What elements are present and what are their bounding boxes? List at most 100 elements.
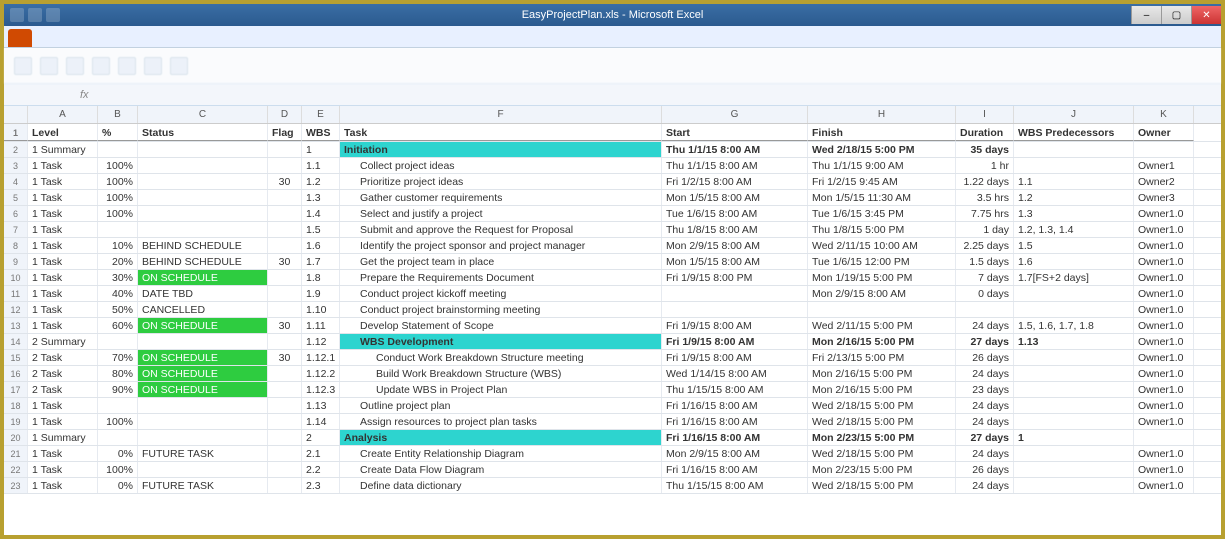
cell-status[interactable]: DATE TBD — [138, 286, 268, 301]
col-header[interactable]: E — [302, 106, 340, 123]
cell-finish[interactable]: Wed 2/18/15 5:00 PM — [808, 478, 956, 493]
cell-start[interactable]: Mon 1/5/15 8:00 AM — [662, 190, 808, 205]
header-pct[interactable]: % — [98, 124, 138, 141]
cell-pct[interactable]: 100% — [98, 158, 138, 173]
cell-pct[interactable]: 40% — [98, 286, 138, 301]
cell-flag[interactable] — [268, 142, 302, 157]
cell-level[interactable]: 1 Task — [28, 254, 98, 269]
cell-status[interactable]: CANCELLED — [138, 302, 268, 317]
cell-wbs[interactable]: 1.3 — [302, 190, 340, 205]
cell-predecessors[interactable] — [1014, 398, 1134, 413]
cell-flag[interactable] — [268, 222, 302, 237]
cell-wbs[interactable]: 1.12.2 — [302, 366, 340, 381]
cell-status[interactable]: BEHIND SCHEDULE — [138, 254, 268, 269]
header-finish[interactable]: Finish — [808, 124, 956, 141]
cell-level[interactable]: 2 Task — [28, 382, 98, 397]
cell-status[interactable] — [138, 430, 268, 445]
cell-wbs[interactable]: 1.7 — [302, 254, 340, 269]
cell-wbs[interactable]: 1.14 — [302, 414, 340, 429]
header-wbs[interactable]: WBS — [302, 124, 340, 141]
cell-pct[interactable]: 100% — [98, 174, 138, 189]
cell-owner[interactable]: Owner1.0 — [1134, 334, 1194, 349]
cell-finish[interactable]: Mon 1/19/15 5:00 PM — [808, 270, 956, 285]
cell-wbs[interactable]: 1 — [302, 142, 340, 157]
cell-level[interactable]: 1 Task — [28, 158, 98, 173]
cell-flag[interactable]: 30 — [268, 350, 302, 365]
cell-owner[interactable]: Owner1.0 — [1134, 398, 1194, 413]
col-header[interactable]: G — [662, 106, 808, 123]
cell-predecessors[interactable]: 1 — [1014, 430, 1134, 445]
row-number[interactable]: 2 — [4, 142, 28, 157]
cell-finish[interactable]: Fri 1/2/15 9:45 AM — [808, 174, 956, 189]
cell-start[interactable]: Wed 1/14/15 8:00 AM — [662, 366, 808, 381]
cell-level[interactable]: 1 Task — [28, 302, 98, 317]
cell-level[interactable]: 1 Task — [28, 446, 98, 461]
cell-finish[interactable]: Thu 1/1/15 9:00 AM — [808, 158, 956, 173]
cell-flag[interactable]: 30 — [268, 254, 302, 269]
row-number[interactable]: 8 — [4, 238, 28, 253]
cell-task[interactable]: Gather customer requirements — [340, 190, 662, 205]
cell-duration[interactable]: 23 days — [956, 382, 1014, 397]
cell-task[interactable]: Conduct project brainstorming meeting — [340, 302, 662, 317]
cell-duration[interactable]: 2.25 days — [956, 238, 1014, 253]
toolbar-button[interactable] — [14, 57, 32, 75]
row-number[interactable]: 19 — [4, 414, 28, 429]
cell-predecessors[interactable] — [1014, 478, 1134, 493]
row-number[interactable]: 21 — [4, 446, 28, 461]
cell-wbs[interactable]: 1.11 — [302, 318, 340, 333]
cell-wbs[interactable]: 1.12.3 — [302, 382, 340, 397]
cell-task[interactable]: Conduct Work Breakdown Structure meeting — [340, 350, 662, 365]
cell-level[interactable]: 1 Task — [28, 222, 98, 237]
cell-finish[interactable]: Tue 1/6/15 3:45 PM — [808, 206, 956, 221]
cell-pct[interactable]: 100% — [98, 206, 138, 221]
cell-duration[interactable]: 7.75 hrs — [956, 206, 1014, 221]
header-status[interactable]: Status — [138, 124, 268, 141]
cell-pct[interactable]: 100% — [98, 414, 138, 429]
cell-wbs[interactable]: 1.13 — [302, 398, 340, 413]
cell-predecessors[interactable]: 1.5, 1.6, 1.7, 1.8 — [1014, 318, 1134, 333]
cell-level[interactable]: 1 Task — [28, 238, 98, 253]
cell-start[interactable]: Fri 1/9/15 8:00 AM — [662, 334, 808, 349]
cell-wbs[interactable]: 2.3 — [302, 478, 340, 493]
cell-level[interactable]: 1 Task — [28, 206, 98, 221]
cell-task[interactable]: Assign resources to project plan tasks — [340, 414, 662, 429]
cell-owner[interactable]: Owner1.0 — [1134, 318, 1194, 333]
cell-task[interactable]: Select and justify a project — [340, 206, 662, 221]
col-header[interactable]: J — [1014, 106, 1134, 123]
col-header[interactable]: C — [138, 106, 268, 123]
cell-task[interactable]: Develop Statement of Scope — [340, 318, 662, 333]
cell-start[interactable]: Mon 2/9/15 8:00 AM — [662, 238, 808, 253]
row-number[interactable]: 12 — [4, 302, 28, 317]
cell-start[interactable]: Fri 1/16/15 8:00 AM — [662, 430, 808, 445]
cell-flag[interactable] — [268, 302, 302, 317]
cell-finish[interactable]: Wed 2/18/15 5:00 PM — [808, 142, 956, 157]
cell-task[interactable]: WBS Development — [340, 334, 662, 349]
toolbar-button[interactable] — [170, 57, 188, 75]
cell-predecessors[interactable] — [1014, 462, 1134, 477]
cell-status[interactable] — [138, 206, 268, 221]
cell-predecessors[interactable]: 1.7[FS+2 days] — [1014, 270, 1134, 285]
cell-wbs[interactable]: 1.6 — [302, 238, 340, 253]
cell-finish[interactable]: Wed 2/18/15 5:00 PM — [808, 414, 956, 429]
cell-task[interactable]: Prioritize project ideas — [340, 174, 662, 189]
row-number[interactable]: 5 — [4, 190, 28, 205]
grid-body[interactable]: 1Level%StatusFlagWBSTaskStartFinishDurat… — [4, 124, 1221, 494]
cell-owner[interactable]: Owner1.0 — [1134, 302, 1194, 317]
cell-level[interactable]: 1 Task — [28, 286, 98, 301]
cell-finish[interactable]: Mon 2/23/15 5:00 PM — [808, 430, 956, 445]
row-number[interactable]: 11 — [4, 286, 28, 301]
cell-status[interactable] — [138, 174, 268, 189]
toolbar-button[interactable] — [144, 57, 162, 75]
cell-task[interactable]: Update WBS in Project Plan — [340, 382, 662, 397]
row-number[interactable]: 18 — [4, 398, 28, 413]
cell-status[interactable] — [138, 462, 268, 477]
cell-task[interactable]: Analysis — [340, 430, 662, 445]
cell-owner[interactable]: Owner3 — [1134, 190, 1194, 205]
cell-finish[interactable]: Wed 2/18/15 5:00 PM — [808, 398, 956, 413]
cell-finish[interactable]: Tue 1/6/15 12:00 PM — [808, 254, 956, 269]
cell-predecessors[interactable] — [1014, 414, 1134, 429]
cell-level[interactable]: 1 Summary — [28, 142, 98, 157]
cell-predecessors[interactable]: 1.1 — [1014, 174, 1134, 189]
cell-start[interactable]: Thu 1/1/15 8:00 AM — [662, 158, 808, 173]
row-number[interactable]: 20 — [4, 430, 28, 445]
